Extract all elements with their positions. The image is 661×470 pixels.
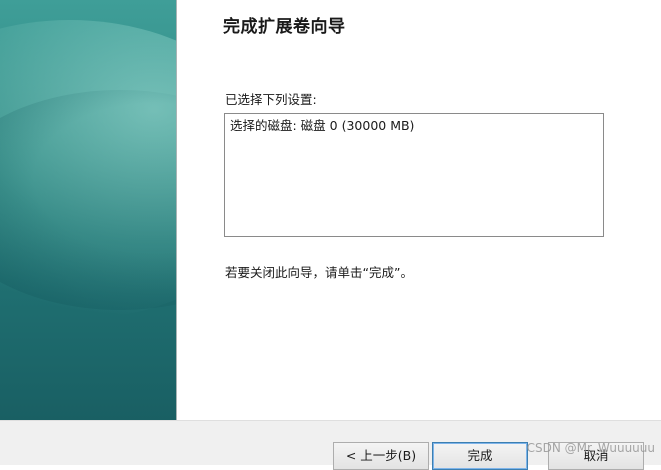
wizard-title: 完成扩展卷向导 (223, 17, 346, 37)
settings-summary-box[interactable]: 选择的磁盘: 磁盘 0 (30000 MB) (224, 113, 604, 237)
selected-settings-label: 已选择下列设置: (225, 92, 317, 107)
summary-line-selected-disk: 选择的磁盘: 磁盘 0 (30000 MB) (230, 118, 415, 133)
finish-button[interactable]: 完成 (432, 442, 528, 470)
finish-instruction-text: 若要关闭此向导，请单击“完成”。 (225, 265, 413, 280)
back-button[interactable]: < 上一步(B) (333, 442, 429, 470)
banner-shadow-swoosh (0, 90, 176, 310)
wizard-banner-graphic (0, 0, 177, 420)
csdn-watermark: CSDN @Mr_Wuuuuuu (526, 441, 655, 455)
